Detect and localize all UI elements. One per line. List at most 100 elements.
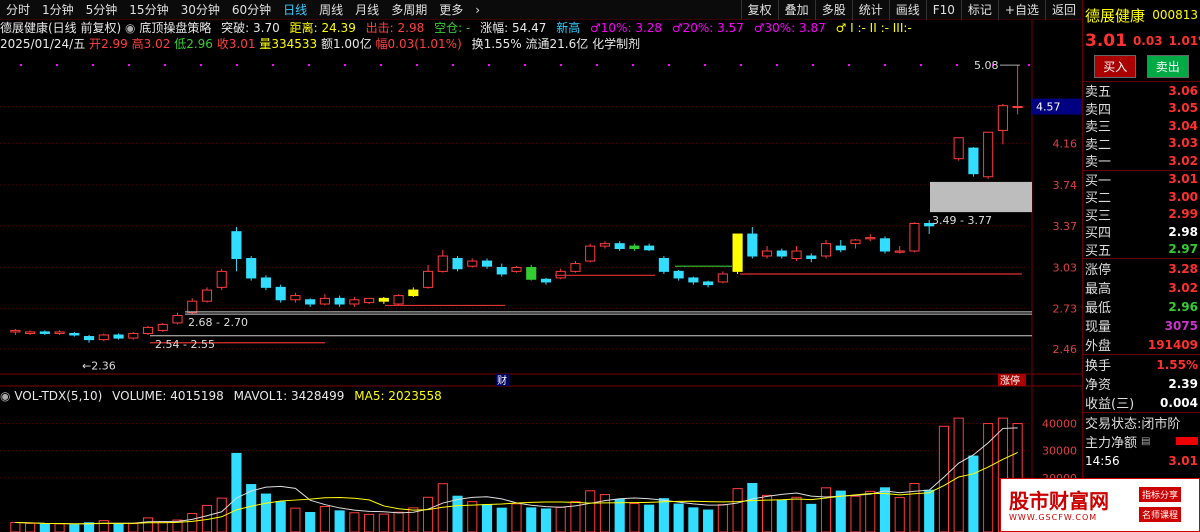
open-value: 2.99: [101, 37, 128, 51]
toolbar-button[interactable]: F10: [925, 0, 961, 20]
more-chevron-icon[interactable]: ›: [469, 0, 486, 20]
volume-bar: [128, 523, 139, 532]
candle-body: [393, 295, 404, 305]
period-tab[interactable]: 月线: [349, 0, 385, 20]
amount-label: 额: [320, 37, 333, 51]
volume-bar: [673, 503, 684, 532]
net-flow-label: 主力净额: [1085, 435, 1138, 451]
quote-label: 最低: [1085, 301, 1112, 316]
volume-bar: [231, 452, 242, 532]
volume-bar: [69, 524, 80, 532]
vol-value: 334533: [271, 37, 318, 51]
volume-bar: [791, 496, 802, 532]
quote-row: 买四 2.98: [1083, 223, 1200, 242]
volume-bar: [585, 490, 596, 532]
empty-dash: -: [465, 21, 471, 35]
quote-row: 最低 2.96: [1083, 297, 1200, 317]
volume-bar: [894, 497, 905, 532]
period-tab[interactable]: 更多: [433, 0, 469, 20]
quote-row: 卖一 3.02: [1083, 152, 1200, 171]
toolbar-button[interactable]: 叠加: [777, 0, 815, 20]
volume-bar: [658, 498, 669, 532]
volume-bar: [614, 498, 625, 532]
quote-value: 1.55%: [1156, 357, 1198, 372]
candle-body: [334, 297, 345, 305]
period-tab[interactable]: 5分钟: [80, 0, 124, 20]
low-label: ←2.36: [82, 359, 116, 372]
quote-value: 2.98: [1168, 224, 1198, 239]
toolbar-button[interactable]: 多股: [814, 0, 852, 20]
period-tabs: 分时 1分钟 5分钟 15分钟 30分钟 60分钟 日线 周线 月线 多周期 更多: [0, 0, 469, 20]
quote-row: 卖四 3.05: [1083, 100, 1200, 118]
indicator-toggle-icon[interactable]: ◉: [0, 389, 10, 403]
candle-body: [39, 331, 50, 334]
ref-dot: [452, 64, 454, 66]
ref-dot: [704, 64, 706, 66]
ref-dot: [524, 64, 526, 66]
quote-label: 卖三: [1085, 120, 1112, 136]
toolbar-button[interactable]: +自选: [997, 0, 1045, 20]
toolbar-button[interactable]: 画线: [888, 0, 926, 20]
volume-bar: [703, 509, 714, 532]
volume-bar: [865, 490, 876, 532]
quote-value: 3.03: [1168, 136, 1198, 151]
period-tab[interactable]: 1分钟: [36, 0, 80, 20]
period-tab[interactable]: 分时: [0, 0, 36, 20]
candle-body: [201, 289, 213, 302]
period-tab[interactable]: 日线: [277, 0, 313, 20]
quote-label: 卖二: [1085, 137, 1112, 153]
period-tab[interactable]: 周线: [313, 0, 349, 20]
toolbar-button[interactable]: 标记: [960, 0, 998, 20]
candle-body: [850, 239, 861, 245]
price-change-pct: 1.01%: [1168, 34, 1200, 48]
ref-dot: [380, 64, 382, 66]
candle-body: [275, 286, 286, 301]
buy-button[interactable]: 买入: [1094, 55, 1137, 78]
sector: 化学制剂: [592, 37, 641, 51]
quote-row: 换手 1.55%: [1083, 355, 1200, 375]
quote-panel: 德展健康 000813 3.01 0.03 1.01% 买入 卖出 卖五 3.06…: [1082, 0, 1200, 532]
amp-label: 幅: [375, 37, 388, 51]
candle-body: [865, 237, 876, 240]
quote-label: 买二: [1085, 191, 1112, 207]
quote-value: 3.28: [1168, 261, 1198, 276]
limit-tag: 涨停: [1000, 374, 1020, 387]
quote-label: 最高: [1085, 282, 1112, 297]
toolbar-button[interactable]: 返回: [1044, 0, 1082, 20]
y-tick-label: 3.74: [1053, 179, 1078, 192]
fundamental-stats: 换手 1.55% 净资 2.39 收益(三) 0.004: [1083, 354, 1200, 412]
toolbar-button[interactable]: 统计: [851, 0, 889, 20]
stock-title: 德展健康(日线 前复权): [0, 21, 122, 35]
quote-label: 卖五: [1085, 85, 1112, 101]
volume-bar: [260, 493, 272, 532]
period-tab[interactable]: 30分钟: [175, 0, 226, 20]
ref-dot: [668, 64, 670, 66]
stock-code: 000813: [1152, 8, 1198, 22]
quote-row: 买一 3.01: [1083, 171, 1200, 189]
candle-body: [142, 326, 154, 334]
volume-bar: [968, 455, 979, 532]
volume-bar: [496, 507, 507, 532]
period-tab[interactable]: 15分钟: [123, 0, 174, 20]
quote-label: 换手: [1085, 359, 1112, 374]
volume-bar: [10, 522, 21, 532]
toolbar-button[interactable]: 复权: [740, 0, 778, 20]
quote-row: 买二 3.00: [1083, 188, 1200, 207]
volume-bar: [334, 510, 345, 532]
period-tab[interactable]: 多周期: [385, 0, 433, 20]
price-volume-chart[interactable]: 4.57 4.16 3.74 3.37 3.03 2.73 2.46 3.49 - 3.77 2…: [0, 0, 1082, 532]
low-value: 2.96: [186, 37, 213, 51]
sell-button[interactable]: 卖出: [1146, 55, 1189, 78]
indicator-toggle-icon[interactable]: ◉: [125, 21, 135, 35]
candle-body: [703, 281, 714, 286]
price-change: 0.03: [1132, 34, 1163, 48]
ask-levels: 卖五 3.06 卖四 3.05 卖三 3.04 卖二 3.03 卖一 3.02: [1083, 82, 1200, 171]
candle-body: [585, 245, 596, 262]
ref-dot: [92, 64, 94, 66]
net-flow-row[interactable]: 主力净额 ▤: [1083, 431, 1200, 451]
quote-value: 0.004: [1160, 395, 1198, 410]
period-tab[interactable]: 60分钟: [226, 0, 277, 20]
volume-bar: [953, 417, 964, 532]
candle-body: [452, 258, 463, 270]
quote-value: 2.39: [1168, 376, 1198, 391]
